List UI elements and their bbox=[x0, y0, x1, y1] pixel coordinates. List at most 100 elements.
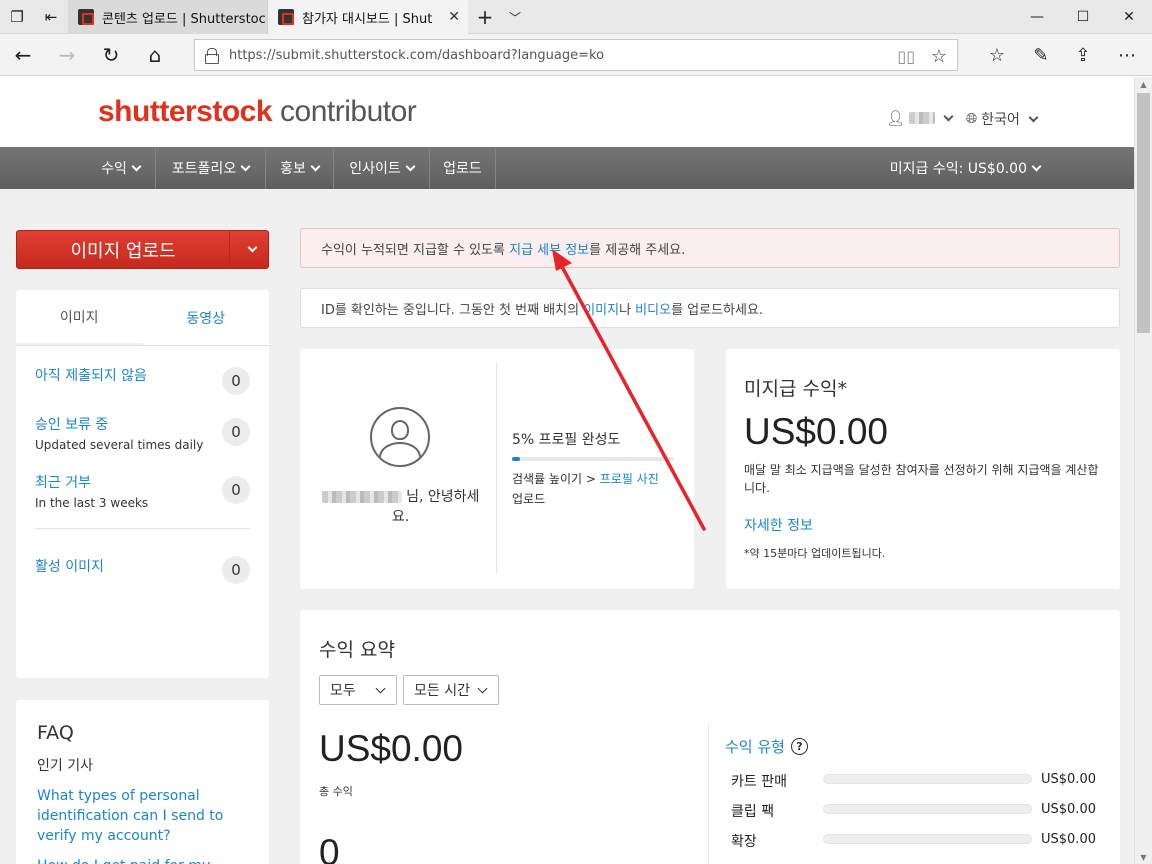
unpaid-amount: US$0.00 bbox=[744, 411, 888, 452]
faq-subtitle: 인기 기사 bbox=[37, 758, 93, 774]
site-header: shutterstock contributor 👤︎ 🌐︎ 한국어 bbox=[0, 77, 1134, 147]
chevron-down-icon bbox=[310, 161, 321, 171]
divider bbox=[35, 528, 250, 529]
upload-images-button[interactable]: 이미지 업로드 bbox=[16, 230, 269, 269]
tab-title: 콘텐츠 업로드 | Shutterstoc bbox=[102, 11, 266, 27]
profile-photo-link[interactable]: 프로필 사진 bbox=[600, 472, 659, 486]
status-row-rejected[interactable]: 최근 거부 In the last 3 weeks 0 bbox=[35, 472, 250, 510]
nav-upload[interactable]: 업로드 bbox=[430, 147, 496, 189]
earning-type-amount: US$0.00 bbox=[1041, 832, 1096, 847]
earnings-title: 수익 요약 bbox=[319, 639, 395, 661]
chevron-down-icon bbox=[943, 111, 954, 121]
favorites-hub-icon[interactable]: ☆ bbox=[976, 34, 1018, 76]
browser-tab-2[interactable]: 참가자 대시보드 | Shut ✕ bbox=[268, 0, 468, 34]
more-icon[interactable]: ⋯ bbox=[1106, 34, 1148, 76]
earnings-summary-card: 수익 요약 모두 모든 시간 US$0.00 총 수익 0 수익 유형 ? bbox=[300, 610, 1120, 864]
nav-unpaid-earnings[interactable]: 미지급 수익: US$0.00 bbox=[890, 147, 1042, 189]
page-content: shutterstock contributor 👤︎ 🌐︎ 한국어 수익 포트폴… bbox=[0, 77, 1134, 864]
forward-icon[interactable]: → bbox=[46, 34, 88, 76]
language-label: 한국어 bbox=[981, 112, 1020, 128]
tab-manager-icon[interactable]: ❐ bbox=[0, 0, 34, 34]
scrollbar-thumb[interactable] bbox=[1137, 93, 1150, 333]
profile-card: 님, 안녕하세요. 5% 프로필 완성도 검색률 높이기 > 프로필 사진 업로드 bbox=[300, 349, 694, 589]
username-blurred bbox=[321, 491, 402, 503]
payment-details-alert: 수익이 누적되면 지급할 수 있도록 지급 세부 정보 를 제공해 주세요. bbox=[300, 228, 1120, 268]
favorite-star-icon[interactable]: ☆ bbox=[931, 40, 947, 72]
status-row-active[interactable]: 활성 이미지 0 bbox=[35, 556, 250, 586]
back-icon[interactable]: ← bbox=[2, 34, 44, 76]
faq-link[interactable]: How do I get paid for my work? bbox=[37, 856, 252, 864]
count-badge: 0 bbox=[222, 418, 250, 446]
maximize-icon[interactable]: ☐ bbox=[1060, 0, 1106, 34]
url-text: https://submit.shutterstock.com/dashboar… bbox=[229, 47, 605, 63]
learn-more-link[interactable]: 자세한 정보 bbox=[744, 515, 813, 535]
globe-icon: 🌐︎ bbox=[966, 111, 978, 127]
earnings-type-select[interactable]: 모두 bbox=[319, 675, 397, 705]
chevron-down-icon bbox=[477, 683, 488, 694]
shutterstock-favicon-icon bbox=[78, 9, 94, 25]
nav-promote[interactable]: 홍보 bbox=[266, 147, 334, 189]
upload-dropdown-toggle[interactable] bbox=[229, 231, 269, 268]
content-status-card: 이미지 동영상 아직 제출되지 않음 0 승인 보류 중 Updated sev… bbox=[16, 290, 269, 678]
time-range-select[interactable]: 모든 시간 bbox=[403, 675, 499, 705]
home-icon[interactable]: ⌂ bbox=[134, 34, 176, 76]
divider bbox=[708, 724, 709, 864]
share-icon[interactable]: ⇪ bbox=[1062, 34, 1104, 76]
nav-insights[interactable]: 인사이트 bbox=[334, 147, 430, 189]
language-menu[interactable]: 🌐︎ 한국어 bbox=[966, 109, 1039, 129]
count-badge: 0 bbox=[222, 476, 250, 504]
page-scrollbar[interactable]: ▲ ▼ bbox=[1134, 77, 1152, 864]
unpaid-earnings-card: 미지급 수익* US$0.00 매달 말 최소 지급액을 달성한 참여자를 선정… bbox=[726, 349, 1120, 589]
url-field[interactable]: https://submit.shutterstock.com/dashboar… bbox=[194, 39, 958, 71]
scroll-down-icon[interactable]: ▼ bbox=[1135, 850, 1152, 864]
unpaid-title: 미지급 수익* bbox=[744, 378, 847, 400]
tab-preview-chevron-icon[interactable]: ﹀ bbox=[498, 0, 532, 34]
pen-icon[interactable]: ✎ bbox=[1020, 34, 1062, 76]
scroll-up-icon[interactable]: ▲ bbox=[1135, 77, 1152, 91]
profile-completion-title: 5% 프로필 완성도 bbox=[512, 432, 621, 448]
nav-portfolio[interactable]: 포트폴리오 bbox=[156, 147, 266, 189]
shutterstock-logo[interactable]: shutterstock contributor bbox=[98, 95, 417, 129]
close-window-icon[interactable]: ✕ bbox=[1106, 0, 1152, 34]
status-row-pending[interactable]: 승인 보류 중 Updated several times daily 0 bbox=[35, 414, 250, 452]
chevron-down-icon bbox=[131, 161, 142, 171]
earning-type-amount: US$0.00 bbox=[1041, 772, 1096, 787]
profile-progress-fill bbox=[512, 457, 521, 461]
browser-tab-bar: ❐ ⇤ 콘텐츠 업로드 | Shutterstoc 참가자 대시보드 | Shu… bbox=[0, 0, 1152, 34]
minimize-icon[interactable]: — bbox=[1014, 0, 1060, 34]
browser-tab-1[interactable]: 콘텐츠 업로드 | Shutterstoc bbox=[68, 0, 268, 34]
chevron-down-icon bbox=[247, 242, 258, 253]
total-earnings-label: 총 수익 bbox=[319, 785, 353, 798]
earnings-types-title[interactable]: 수익 유형 ? bbox=[725, 736, 808, 757]
user-menu[interactable]: 👤︎ bbox=[886, 109, 954, 127]
new-tab-icon[interactable]: + bbox=[468, 0, 502, 34]
earning-type-label: 클립 팩 bbox=[731, 804, 775, 820]
status-row-not-submitted[interactable]: 아직 제출되지 않음 0 bbox=[35, 365, 250, 395]
chevron-down-icon bbox=[405, 161, 416, 171]
earning-type-bar bbox=[823, 774, 1032, 784]
earning-type-label: 확장 bbox=[731, 834, 757, 850]
address-bar: ← → ↻ ⌂ https://submit.shutterstock.com/… bbox=[0, 34, 1152, 76]
tab-images[interactable]: 이미지 bbox=[16, 290, 143, 345]
set-tabs-aside-icon[interactable]: ⇤ bbox=[34, 0, 68, 34]
tab-videos[interactable]: 동영상 bbox=[143, 290, 270, 345]
payment-details-link[interactable]: 지급 세부 정보 bbox=[509, 239, 589, 258]
chevron-down-icon bbox=[1028, 112, 1039, 122]
help-icon[interactable]: ? bbox=[790, 738, 808, 755]
faq-link[interactable]: What types of personal identification ca… bbox=[37, 786, 252, 846]
main-nav: 수익 포트폴리오 홍보 인사이트 업로드 미지급 수익: US$0.00 bbox=[0, 147, 1134, 189]
update-note: *약 15분마다 업데이트됩니다. bbox=[744, 547, 886, 560]
avatar-placeholder-icon[interactable] bbox=[370, 407, 430, 467]
chevron-down-icon bbox=[240, 161, 251, 171]
total-earnings-amount: US$0.00 bbox=[319, 728, 463, 769]
images-link[interactable]: 이미지 bbox=[583, 299, 619, 318]
refresh-icon[interactable]: ↻ bbox=[90, 34, 132, 76]
nav-earnings[interactable]: 수익 bbox=[86, 147, 156, 189]
count-badge: 0 bbox=[222, 367, 250, 395]
count-badge: 0 bbox=[222, 556, 250, 584]
faq-title: FAQ bbox=[37, 722, 74, 744]
close-tab-icon[interactable]: ✕ bbox=[448, 0, 460, 34]
videos-link[interactable]: 비디오 bbox=[635, 299, 671, 318]
reading-view-icon[interactable]: ▯▯ bbox=[897, 40, 915, 72]
earning-type-bar bbox=[823, 834, 1032, 844]
